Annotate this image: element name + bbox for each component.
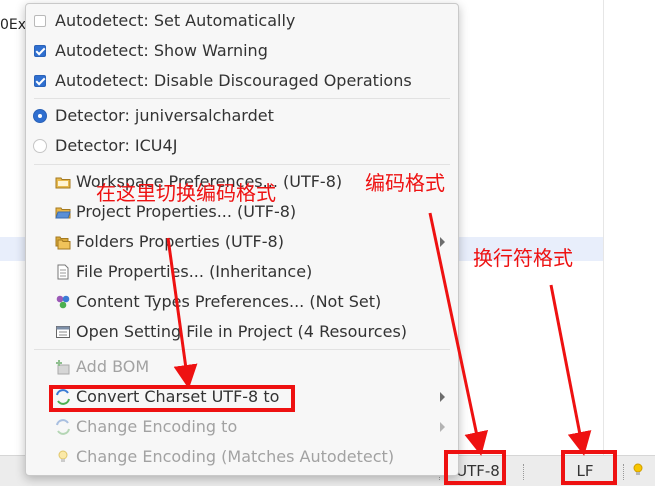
highlight-box-line-ending	[561, 450, 617, 485]
menu-item-file-properties[interactable]: File Properties... (Inheritance)	[26, 258, 458, 286]
menu-item-label: Autodetect: Disable Discouraged Operatio…	[55, 71, 412, 90]
menu-item-open-setting-file[interactable]: Open Setting File in Project (4 Resource…	[26, 318, 458, 346]
add-bom-icon	[55, 359, 71, 375]
bulb-icon	[55, 449, 71, 465]
checkbox-checked[interactable]	[34, 75, 46, 87]
menu-separator	[34, 164, 450, 165]
status-separator	[623, 464, 625, 480]
submenu-arrow-icon	[440, 237, 445, 247]
folders-icon	[55, 234, 71, 250]
lightbulb-icon[interactable]	[633, 462, 643, 482]
highlighted-row-left	[0, 237, 26, 261]
highlight-box-encoding	[444, 450, 506, 485]
menu-item-add-bom[interactable]: Add BOM	[26, 353, 458, 381]
menu-item-change-encoding-to[interactable]: Change Encoding to	[26, 413, 458, 441]
menu-item-label: Folders Properties (UTF-8)	[76, 232, 284, 251]
menu-item-label: Add BOM	[76, 357, 150, 376]
project-folder-icon	[55, 204, 71, 220]
content-types-icon	[55, 294, 71, 310]
menu-item-label: Autodetect: Show Warning	[55, 41, 268, 60]
menu-item-label: Detector: ICU4J	[55, 136, 178, 155]
menu-item-label: Change Encoding to	[76, 417, 238, 436]
menu-item-detector-juniversalchardet[interactable]: Detector: juniversalchardet	[26, 102, 458, 130]
menu-item-folders-properties[interactable]: Folders Properties (UTF-8)	[26, 228, 458, 256]
menu-separator	[34, 98, 450, 99]
workspace-icon	[55, 174, 71, 190]
menu-item-label: File Properties... (Inheritance)	[76, 262, 313, 281]
menu-item-label: Open Setting File in Project (4 Resource…	[76, 322, 408, 341]
annotation-encoding-format: 编码格式	[365, 171, 445, 195]
change-encoding-icon	[55, 419, 71, 435]
menu-item-detector-icu4j[interactable]: Detector: ICU4J	[26, 132, 458, 160]
radio-selected[interactable]	[33, 109, 47, 123]
annotation-switch-here: 在这里切换编码格式	[96, 181, 276, 205]
menu-item-label: Change Encoding (Matches Autodetect)	[76, 447, 395, 466]
annotation-line-ending-format: 换行符格式	[473, 246, 573, 270]
highlight-box-convert-charset	[49, 385, 295, 412]
menu-item-autodetect-disable-discouraged[interactable]: Autodetect: Disable Discouraged Operatio…	[26, 67, 458, 95]
status-separator	[523, 464, 525, 480]
menu-separator	[34, 349, 450, 350]
file-icon	[55, 264, 71, 280]
menu-item-change-encoding-autodetect[interactable]: Change Encoding (Matches Autodetect)	[26, 443, 458, 471]
menu-item-content-types-preferences[interactable]: Content Types Preferences... (Not Set)	[26, 288, 458, 316]
menu-item-label: Detector: juniversalchardet	[55, 106, 274, 125]
menu-item-label: Autodetect: Set Automatically	[55, 11, 296, 30]
checkbox-checked[interactable]	[34, 45, 46, 57]
editor-right-area	[457, 0, 655, 455]
radio-unselected[interactable]	[33, 139, 47, 153]
settings-file-icon	[55, 324, 71, 340]
submenu-arrow-icon	[440, 422, 445, 432]
editor-gutter	[0, 0, 26, 455]
menu-item-autodetect-set-automatically[interactable]: Autodetect: Set Automatically	[26, 7, 458, 35]
editor-right-separator	[603, 0, 604, 455]
menu-item-autodetect-show-warning[interactable]: Autodetect: Show Warning	[26, 37, 458, 65]
submenu-arrow-icon	[440, 392, 445, 402]
checkbox-unchecked[interactable]	[34, 15, 46, 27]
menu-item-label: Content Types Preferences... (Not Set)	[76, 292, 382, 311]
